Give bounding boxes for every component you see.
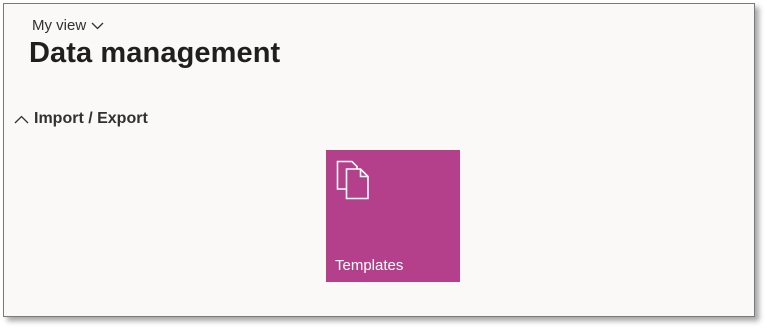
import-export-section-toggle[interactable]: Import / Export — [14, 110, 148, 128]
page-title: Data management — [29, 37, 281, 69]
my-view-label: My view — [32, 17, 87, 34]
chevron-down-icon — [91, 22, 104, 30]
section-title: Import / Export — [34, 110, 148, 127]
chevron-up-icon — [14, 115, 29, 124]
tile-label: Templates — [335, 257, 404, 274]
templates-tile[interactable]: Templates — [326, 150, 460, 282]
workspace-panel: My view Data management Import / Export … — [3, 3, 755, 317]
copy-documents-icon — [336, 160, 370, 205]
my-view-selector[interactable]: My view — [32, 17, 104, 34]
